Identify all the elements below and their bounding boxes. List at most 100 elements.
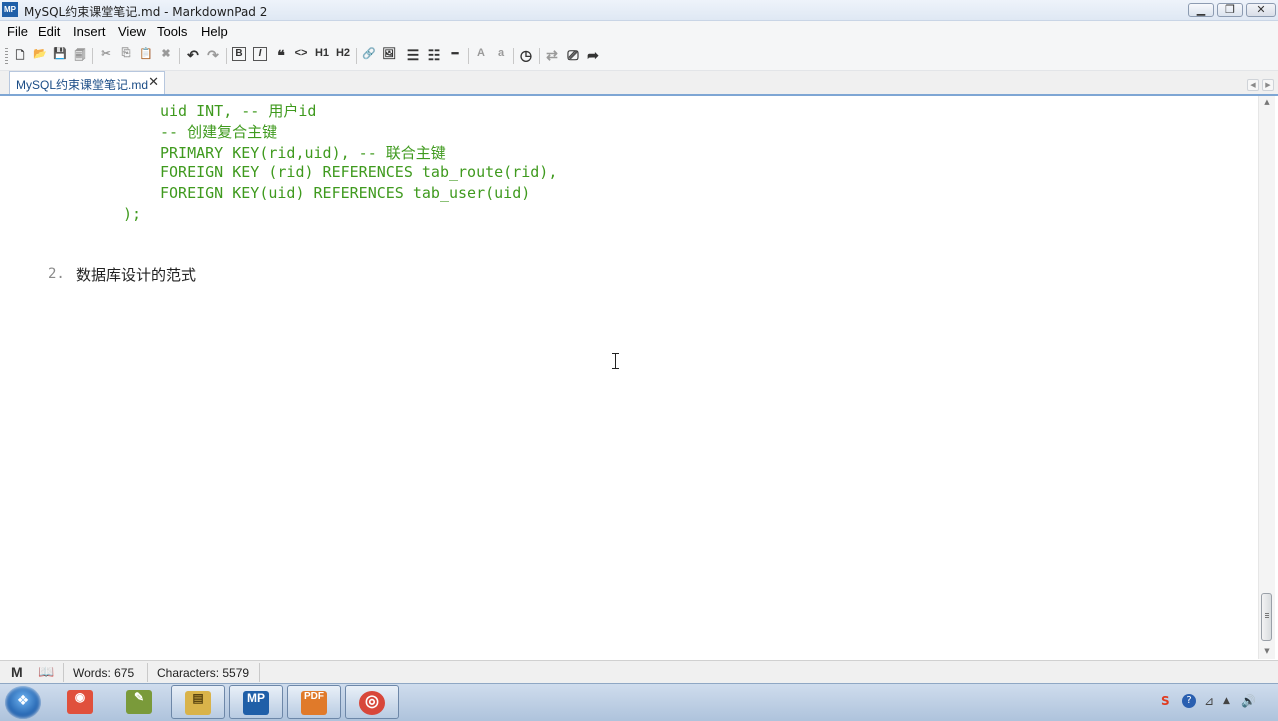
scroll-down-icon[interactable]: ▼ <box>1262 646 1272 656</box>
ordered-list-icon[interactable]: ☷ <box>425 47 443 65</box>
taskbar-chrome-app[interactable]: ◎ <box>345 685 399 719</box>
window-title: MySQL约束课堂笔记.md - MarkdownPad 2 <box>24 5 268 19</box>
taskbar-paint-app[interactable]: ◉ <box>53 685 107 719</box>
menu-insert[interactable]: Insert <box>73 24 106 39</box>
close-window-button[interactable]: ✕ <box>1246 3 1276 17</box>
ime-icon[interactable]: S <box>1161 694 1170 708</box>
taskbar-markdownpad-app[interactable]: MP <box>229 685 283 719</box>
document-tab-bar: MySQL约束课堂笔记.md ✕ ◀ ▶ <box>0 71 1278 96</box>
maximize-button[interactable]: ❐ <box>1217 3 1243 17</box>
code-line: ); <box>123 205 142 223</box>
status-separator <box>259 663 260 682</box>
close-icon: ✕ <box>1256 3 1266 16</box>
document-tab-label: MySQL约束课堂笔记.md <box>16 78 149 92</box>
vertical-scrollbar[interactable]: ▲ ▼ <box>1258 96 1275 659</box>
code-line: FOREIGN KEY(uid) REFERENCES tab_user(uid… <box>160 184 531 202</box>
preview-toggle-icon[interactable]: ⇄ <box>543 47 561 65</box>
toolbar-separator <box>179 48 180 64</box>
italic-button[interactable]: I <box>251 47 269 65</box>
text-cursor-icon <box>612 353 619 369</box>
timestamp-icon[interactable]: ◷ <box>517 47 535 65</box>
document-tab[interactable]: MySQL约束课堂笔记.md ✕ <box>9 71 165 94</box>
status-bar: M 📖 Words: 675 Characters: 5579 <box>0 660 1278 684</box>
menu-help[interactable]: Help <box>201 24 228 39</box>
title-bar: MP MySQL约束课堂笔记.md - MarkdownPad 2 ▁ ❐ ✕ <box>0 0 1278 21</box>
new-file-icon[interactable]: 🗋 <box>11 47 29 65</box>
tab-scroll-left-icon[interactable]: ◀ <box>1247 79 1259 91</box>
font-decrease-icon[interactable]: a <box>492 47 510 65</box>
taskbar-explorer-app[interactable]: ▤ <box>171 685 225 719</box>
word-count: Words: 675 <box>73 666 135 680</box>
pencil-app-icon: ✎ <box>126 690 152 714</box>
open-file-icon[interactable]: 📂 <box>31 47 49 65</box>
markdown-editor[interactable]: uid INT, -- 用户id -- 创建复合主键 PRIMARY KEY(r… <box>0 96 1258 659</box>
code-line: FOREIGN KEY (rid) REFERENCES tab_route(r… <box>160 163 558 181</box>
toolbar-grip[interactable] <box>5 48 8 65</box>
cut-icon[interactable]: ✂ <box>97 47 115 65</box>
link-icon[interactable]: 🔗 <box>360 47 378 65</box>
book-icon[interactable]: 📖 <box>38 664 54 680</box>
windows-logo-icon: ❖ <box>16 693 30 709</box>
redo-icon[interactable]: ↷ <box>204 47 222 65</box>
unordered-list-icon[interactable]: ☰ <box>404 47 422 65</box>
menu-view[interactable]: View <box>118 24 146 39</box>
save-icon[interactable]: 💾 <box>51 47 69 65</box>
image-icon[interactable]: 🖼 <box>380 47 398 65</box>
save-all-icon[interactable]: 🗐 <box>71 47 89 65</box>
toolbar-separator <box>468 48 469 64</box>
export-icon[interactable]: ➦ <box>584 47 602 65</box>
toolbar-separator <box>92 48 93 64</box>
toolbar-separator <box>539 48 540 64</box>
toolbar: 🗋 📂 💾 🗐 ✂ ⎘ 📋 ✖ ↶ ↷ B I ❝ <> H1 H2 🔗 🖼 ☰… <box>0 42 1278 71</box>
delete-icon[interactable]: ✖ <box>157 47 175 65</box>
heading1-icon[interactable]: H1 <box>313 47 331 65</box>
pdf-app-icon: PDF <box>301 691 327 715</box>
tab-close-icon[interactable]: ✕ <box>148 75 159 90</box>
menu-edit[interactable]: Edit <box>38 24 60 39</box>
taskbar-pencil-app[interactable]: ✎ <box>112 685 166 719</box>
list-item-text: 数据库设计的范式 <box>76 266 197 284</box>
code-line: -- 创建复合主键 <box>160 123 278 141</box>
copy-icon[interactable]: ⎘ <box>117 47 135 65</box>
status-separator <box>63 663 64 682</box>
os-taskbar: ❖ ◉ ✎ ▤ MP PDF ◎ S ? ⊿ ▲ 🔊 <box>0 683 1278 721</box>
tab-scroll-right-icon[interactable]: ▶ <box>1262 79 1274 91</box>
toolbar-separator <box>513 48 514 64</box>
paste-icon[interactable]: 📋 <box>137 47 155 65</box>
code-line: PRIMARY KEY(rid,uid), -- 联合主键 <box>160 144 446 162</box>
toolbar-separator <box>226 48 227 64</box>
bold-button[interactable]: B <box>230 47 248 65</box>
paint-app-icon: ◉ <box>67 690 93 714</box>
heading2-icon[interactable]: H2 <box>334 47 352 65</box>
show-hidden-icons-icon[interactable]: ▲ <box>1223 696 1230 706</box>
menu-bar: File Edit Insert View Tools Help <box>0 21 1278 42</box>
volume-icon[interactable]: 🔊 <box>1241 694 1256 708</box>
character-count: Characters: 5579 <box>157 666 250 680</box>
markdown-icon[interactable]: M <box>11 664 23 680</box>
network-icon[interactable]: ⊿ <box>1204 694 1214 708</box>
markdownpad-app-icon[interactable]: MP <box>2 2 18 17</box>
start-button[interactable]: ❖ <box>5 686 41 719</box>
status-separator <box>147 663 148 682</box>
quote-icon[interactable]: ❝ <box>272 47 290 65</box>
live-preview-icon[interactable]: ⎚ <box>564 47 582 65</box>
minimize-icon: ▁ <box>1196 3 1206 16</box>
horizontal-rule-icon[interactable]: ━ <box>446 47 464 65</box>
toolbar-separator <box>356 48 357 64</box>
explorer-app-icon: ▤ <box>185 691 211 715</box>
undo-icon[interactable]: ↶ <box>184 47 202 65</box>
menu-file[interactable]: File <box>7 24 28 39</box>
scrollbar-thumb[interactable] <box>1261 593 1272 641</box>
list-number: 2. <box>48 266 65 282</box>
code-icon[interactable]: <> <box>292 47 310 65</box>
menu-tools[interactable]: Tools <box>157 24 187 39</box>
minimize-button[interactable]: ▁ <box>1188 3 1214 17</box>
bold-icon: B <box>232 47 246 61</box>
code-line: uid INT, -- 用户id <box>160 102 317 120</box>
taskbar-pdf-app[interactable]: PDF <box>287 685 341 719</box>
maximize-icon: ❐ <box>1225 3 1235 16</box>
font-increase-icon[interactable]: A <box>472 47 490 65</box>
scroll-up-icon[interactable]: ▲ <box>1262 97 1272 107</box>
help-tray-icon[interactable]: ? <box>1182 694 1196 708</box>
chrome-app-icon: ◎ <box>359 691 385 715</box>
